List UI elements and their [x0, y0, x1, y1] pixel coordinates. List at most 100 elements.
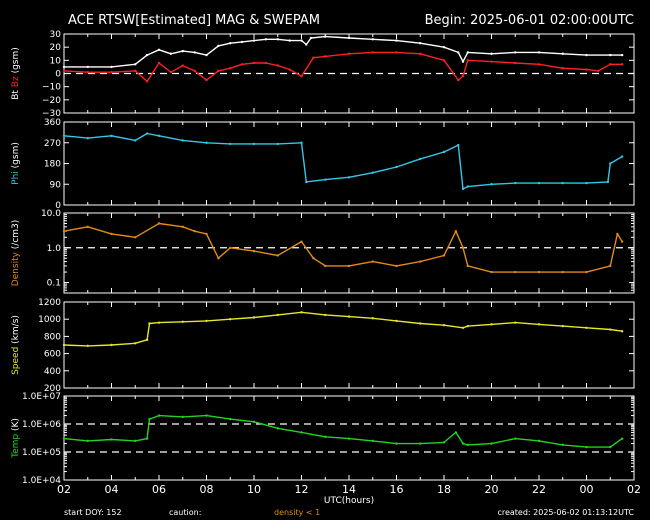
- data-point-speed: [442, 324, 446, 327]
- data-point-phi: [466, 185, 469, 188]
- data-point-phi: [395, 165, 398, 169]
- y-tick-label: 180: [44, 160, 61, 170]
- data-point-phi: [134, 139, 137, 142]
- x-tick-label: 06: [152, 483, 166, 496]
- data-point-bt: [157, 48, 161, 51]
- data-point-phi: [585, 181, 588, 185]
- data-point-bt: [395, 39, 398, 42]
- data-point-bt: [305, 43, 308, 46]
- data-point-temp: [300, 431, 303, 434]
- data-point-speed: [148, 322, 151, 325]
- data-point-density: [157, 222, 161, 225]
- data-point-speed: [561, 324, 564, 328]
- x-axis: 02 04 06 08 10 12 14 16 18 20 22 00 02 UTC(hours): [57, 483, 641, 506]
- data-point-bz: [466, 59, 469, 62]
- data-point-bz: [461, 74, 465, 78]
- data-point-density: [86, 225, 89, 229]
- y-tick-label: 1.0E+05: [22, 448, 61, 458]
- y-axis-label-part: Bt: [11, 90, 21, 100]
- data-point-temp: [86, 439, 89, 443]
- x-tick-label: 16: [390, 483, 404, 496]
- data-point-phi: [305, 180, 308, 184]
- data-point-phi: [252, 142, 256, 146]
- data-point-density: [205, 232, 208, 236]
- panel-frame: [63, 301, 635, 389]
- data-point-temp: [252, 420, 256, 423]
- chart-title: ACE RTSW[Estimated] MAG & SWEPAM: [68, 13, 320, 28]
- data-point-bz: [288, 68, 291, 71]
- data-point-bt: [252, 39, 256, 42]
- series-line-bz: [63, 51, 623, 83]
- data-point-bz: [240, 63, 244, 66]
- x-tick-label: 20: [485, 483, 499, 496]
- data-point-speed: [276, 313, 279, 317]
- y-tick-label: 600: [44, 350, 61, 360]
- data-point-bz: [514, 61, 517, 65]
- data-point-temp: [419, 442, 422, 445]
- data-point-speed: [229, 318, 232, 321]
- data-point-density: [62, 229, 66, 233]
- panel-phi: 360270180900Phi (gsm): [11, 118, 635, 211]
- data-point-temp: [461, 442, 465, 445]
- data-point-density: [461, 246, 465, 249]
- data-point-temp: [395, 442, 398, 445]
- data-point-phi: [157, 134, 161, 138]
- y-axis-label: Bt Bz (gsm): [11, 47, 21, 100]
- data-point-temp: [229, 417, 232, 421]
- data-point-speed: [395, 319, 398, 323]
- y-tick-label: 1.0E+06: [22, 420, 61, 430]
- begin-time: Begin: 2025-06-01 02:00:00UTC: [425, 13, 634, 28]
- panel-speed: 12001000800600400200Speed (km/s): [11, 298, 635, 394]
- footer: start DOY: 152 caution: density < 1 crea…: [64, 508, 634, 517]
- data-point-bz: [86, 70, 89, 74]
- y-axis-label-part: (gsm): [11, 47, 21, 76]
- data-point-phi: [62, 134, 66, 138]
- data-point-bt: [466, 51, 469, 54]
- data-point-bz: [181, 64, 184, 67]
- data-point-density: [616, 232, 619, 236]
- data-point-bz: [300, 74, 303, 78]
- data-point-density: [514, 270, 517, 274]
- data-point-bt: [181, 49, 184, 53]
- data-point-phi: [537, 181, 541, 185]
- data-point-bt: [169, 52, 173, 55]
- data-point-speed: [371, 317, 374, 320]
- data-point-bz: [324, 55, 327, 58]
- data-point-bz: [620, 63, 624, 66]
- y-axis-label-part: Temp: [11, 434, 21, 459]
- data-point-bt: [457, 51, 460, 54]
- data-point-speed: [466, 324, 469, 328]
- data-point-bt: [86, 65, 89, 69]
- y-tick-label: 360: [44, 118, 61, 128]
- data-point-speed: [585, 326, 588, 329]
- data-point-density: [181, 225, 184, 229]
- data-point-bz: [252, 61, 256, 65]
- data-point-bt: [585, 53, 588, 57]
- series-line-phi: [63, 132, 623, 190]
- y-axis-label-part: (K): [11, 418, 21, 434]
- data-point-bt: [62, 65, 66, 69]
- data-point-bz: [157, 61, 161, 65]
- x-tick-label: 04: [105, 483, 119, 496]
- caution-density-note: density < 1: [274, 508, 320, 517]
- data-point-bt: [193, 51, 196, 54]
- data-point-bz: [371, 51, 374, 54]
- data-point-bz: [217, 69, 220, 73]
- data-point-bz: [561, 67, 564, 70]
- data-point-bt: [609, 53, 612, 57]
- data-point-density: [537, 270, 541, 274]
- data-point-density: [442, 254, 446, 257]
- x-tick-label: 00: [580, 483, 594, 496]
- data-point-phi: [561, 181, 564, 185]
- data-point-density: [609, 264, 612, 268]
- y-tick-label: 10: [50, 56, 62, 66]
- data-point-phi: [490, 183, 493, 186]
- data-point-phi: [606, 180, 610, 184]
- data-point-speed: [514, 321, 517, 324]
- data-point-temp: [347, 437, 351, 440]
- data-point-bz: [457, 78, 460, 82]
- created-time: created: 2025-06-02 01:13:12UTC: [497, 508, 634, 517]
- data-point-bt: [264, 38, 268, 41]
- series-line-temp: [63, 414, 623, 448]
- data-point-phi: [371, 171, 374, 174]
